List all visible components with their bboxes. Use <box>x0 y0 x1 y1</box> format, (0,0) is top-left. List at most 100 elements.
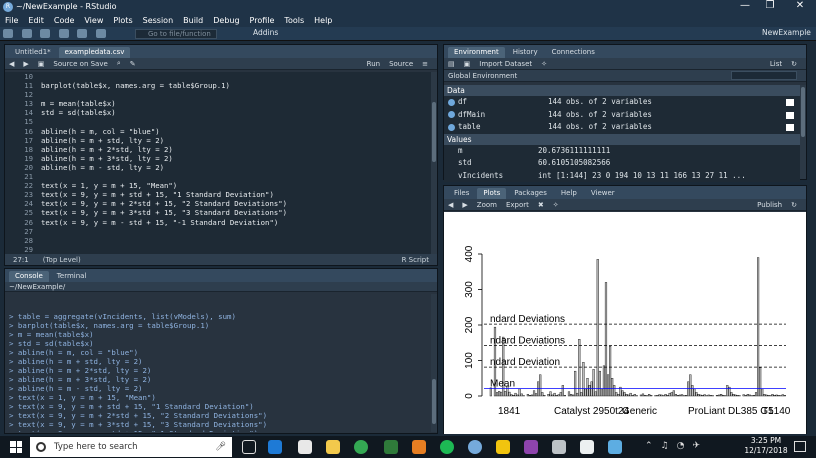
clock-date[interactable]: 12/17/2018 <box>742 446 790 455</box>
close-icon[interactable]: ✕ <box>790 0 810 11</box>
new-file-icon[interactable] <box>3 29 13 38</box>
editor-scrollbar[interactable] <box>431 72 437 254</box>
view-table-icon[interactable] <box>786 99 794 106</box>
tab-environment[interactable]: Environment <box>448 47 505 58</box>
code-line[interactable]: abline(h = m + 3*std, lty = 2) <box>41 154 287 163</box>
menu-debug[interactable]: Debug <box>208 14 244 27</box>
search-icon[interactable]: ⌕ <box>117 59 121 68</box>
code-line[interactable] <box>41 245 287 254</box>
menu-file[interactable]: File <box>0 14 23 27</box>
env-row[interactable]: df 144 obs. of 2 variables <box>444 96 800 109</box>
outline-icon[interactable]: ≡ <box>422 60 428 68</box>
console-scrollbar[interactable] <box>431 294 437 432</box>
wand-icon[interactable]: ✎ <box>130 60 136 68</box>
app-icon-1[interactable] <box>384 440 398 454</box>
zoom-button[interactable]: Zoom <box>477 201 497 209</box>
tab-console[interactable]: Console <box>9 271 49 282</box>
import-dataset-button[interactable]: Import Dataset <box>479 60 532 68</box>
new-project-icon[interactable] <box>21 29 32 38</box>
tab-packages[interactable]: Packages <box>508 188 553 199</box>
code-line[interactable]: abline(h = m - std, lty = 2) <box>41 163 287 172</box>
view-table-icon[interactable] <box>786 111 794 119</box>
app-icon-7[interactable] <box>608 440 622 454</box>
spotify-icon[interactable] <box>440 440 454 454</box>
console-output[interactable]: > table = aggregate(vIncidents, list(vMo… <box>9 294 429 432</box>
view-mode-list[interactable]: List <box>770 60 782 68</box>
export-button[interactable]: Export <box>506 201 529 209</box>
addins-button[interactable]: Addins <box>253 28 278 37</box>
rstudio-taskbar-icon[interactable] <box>468 440 482 454</box>
tab-help[interactable]: Help <box>555 188 583 199</box>
code-editor[interactable]: 10 11 12 13 14 15 16 17 18 19 20 21 22 23 24 25 26 27 28 29… <box>5 72 431 254</box>
source-button[interactable]: Source <box>389 60 413 68</box>
clock-time[interactable]: 3:25 PM <box>748 436 784 445</box>
code-line[interactable] <box>41 236 287 245</box>
next-plot-icon[interactable]: ▶ <box>462 201 467 209</box>
minimize-icon[interactable]: — <box>735 0 755 11</box>
code-line[interactable]: text(x = 9, y = m - std + 15, "-1 Standa… <box>41 218 287 227</box>
code-line[interactable] <box>41 72 287 81</box>
edge-icon[interactable] <box>268 440 282 454</box>
env-scrollbar[interactable] <box>800 85 806 179</box>
tab-untitled1[interactable]: Untitled1* <box>9 47 57 58</box>
project-menu[interactable]: NewExample <box>762 28 811 37</box>
code-line[interactable]: text(x = 9, y = m + std + 15, "1 Standar… <box>41 190 287 199</box>
app-icon-3[interactable] <box>496 440 510 454</box>
code-line[interactable] <box>41 227 287 236</box>
menu-profile[interactable]: Profile <box>245 14 280 27</box>
menu-tools[interactable]: Tools <box>279 14 309 27</box>
global-environment-dropdown[interactable]: Global Environment <box>448 72 517 80</box>
env-row[interactable]: dfMain 144 obs. of 2 variables <box>444 109 800 122</box>
chrome-icon[interactable] <box>354 440 368 454</box>
clear-plots-broom-icon[interactable]: ✧ <box>553 201 559 209</box>
file-explorer-icon[interactable] <box>326 440 340 454</box>
code-line[interactable]: barplot(table$x, names.arg = table$Group… <box>41 81 287 90</box>
view-table-icon[interactable] <box>786 124 794 131</box>
source-on-save-checkbox[interactable]: Source on Save <box>53 60 107 68</box>
load-workspace-icon[interactable]: ▤ <box>448 60 455 68</box>
microphone-icon[interactable]: 🎤︎ <box>215 442 226 452</box>
restore-icon[interactable]: ❐ <box>760 0 780 11</box>
prev-plot-icon[interactable]: ◀ <box>448 201 453 209</box>
tab-files[interactable]: Files <box>448 188 475 199</box>
code-line[interactable] <box>41 117 287 126</box>
env-search-input[interactable] <box>731 71 797 80</box>
windows-start-icon[interactable] <box>10 441 22 453</box>
remove-plot-icon[interactable]: ✖ <box>538 201 544 209</box>
notification-icon[interactable] <box>794 441 806 452</box>
expand-icon[interactable] <box>448 123 455 131</box>
env-row[interactable]: std 60.6105105082566 <box>444 157 800 170</box>
app-icon-6[interactable] <box>580 440 594 454</box>
code-line[interactable] <box>41 172 287 181</box>
scope-indicator[interactable]: (Top Level) <box>43 256 81 264</box>
code-lines[interactable]: barplot(table$x, names.arg = table$Group… <box>41 72 287 254</box>
app-icon-2[interactable] <box>412 440 426 454</box>
tab-terminal[interactable]: Terminal <box>51 271 93 282</box>
env-row[interactable]: vIncidents int [1:144] 23 0 194 10 13 11 … <box>444 170 800 183</box>
tray-icons[interactable]: ⌃♫◔✈ <box>645 441 708 451</box>
app-icon-4[interactable] <box>524 440 538 454</box>
code-line[interactable]: m = mean(table$x) <box>41 99 287 108</box>
expand-icon[interactable] <box>448 98 455 106</box>
mail-icon[interactable] <box>298 440 312 454</box>
menu-code[interactable]: Code <box>49 14 79 27</box>
save-icon[interactable] <box>58 29 69 38</box>
code-line[interactable]: abline(h = m + std, lty = 2) <box>41 136 287 145</box>
print-icon[interactable] <box>95 29 106 38</box>
tab-plots[interactable]: Plots <box>477 188 507 199</box>
tab-exampledata[interactable]: exampledata.csv <box>58 47 131 58</box>
env-row[interactable]: m 20.6736111111111 <box>444 145 800 158</box>
task-view-icon[interactable] <box>242 440 256 454</box>
menu-session[interactable]: Session <box>138 14 179 27</box>
back-icon[interactable]: ◀ <box>9 60 14 68</box>
code-line[interactable] <box>41 90 287 99</box>
code-line[interactable]: abline(h = m, col = "blue") <box>41 127 287 136</box>
code-line[interactable]: std = sd(table$x) <box>41 108 287 117</box>
forward-icon[interactable]: ▶ <box>23 60 28 68</box>
tab-viewer[interactable]: Viewer <box>585 188 621 199</box>
open-file-icon[interactable] <box>40 29 51 38</box>
code-line[interactable]: abline(h = m + 2*std, lty = 2) <box>41 145 287 154</box>
refresh-icon[interactable]: ↻ <box>791 60 797 68</box>
menu-help[interactable]: Help <box>309 14 337 27</box>
save-file-icon[interactable]: ▣ <box>38 60 45 68</box>
